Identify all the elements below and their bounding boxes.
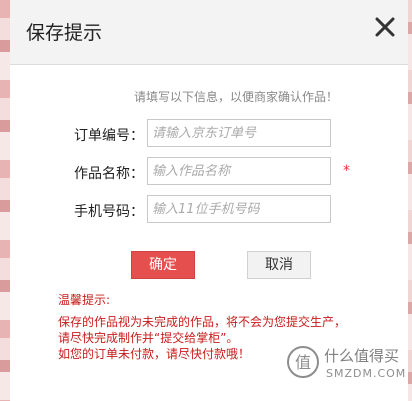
order-number-input[interactable] [147,119,331,147]
cancel-button[interactable]: 取消 [247,251,311,279]
dialog-header: 保存提示 [10,0,408,65]
required-mark: * [343,163,350,179]
order-number-label: 订单编号： [74,128,144,144]
svg-text:值: 值 [295,353,311,372]
info-tip: 请填写以下信息，以便商家确认作品！ [133,90,338,104]
order-number-row: 订单编号： [10,119,408,149]
watermark: 值 什么值得买 SMZDM.COM [286,343,406,389]
watermark-logo-icon: 值 [287,346,319,378]
save-prompt-dialog: 保存提示 请填写以下信息，以便商家确认作品！ 订单编号： 作品名称： * 手机号… [10,0,408,401]
work-name-input[interactable] [147,157,331,185]
warm-tip-heading: 温馨提示: [58,293,111,307]
watermark-text: 什么值得买 [324,347,400,365]
confirm-button[interactable]: 确定 [131,251,195,279]
work-name-row: 作品名称： * [10,157,408,187]
phone-number-row: 手机号码： [10,195,408,225]
phone-number-label: 手机号码： [74,204,144,220]
work-name-label: 作品名称： [74,166,144,182]
phone-number-input[interactable] [147,195,331,223]
watermark-sub: SMZDM.COM [326,367,407,380]
warm-tip-line-1: 保存的作品视为未完成的作品，将不会为您提交生产， [58,315,347,329]
close-icon[interactable] [372,14,398,40]
dialog-title: 保存提示 [26,22,103,44]
